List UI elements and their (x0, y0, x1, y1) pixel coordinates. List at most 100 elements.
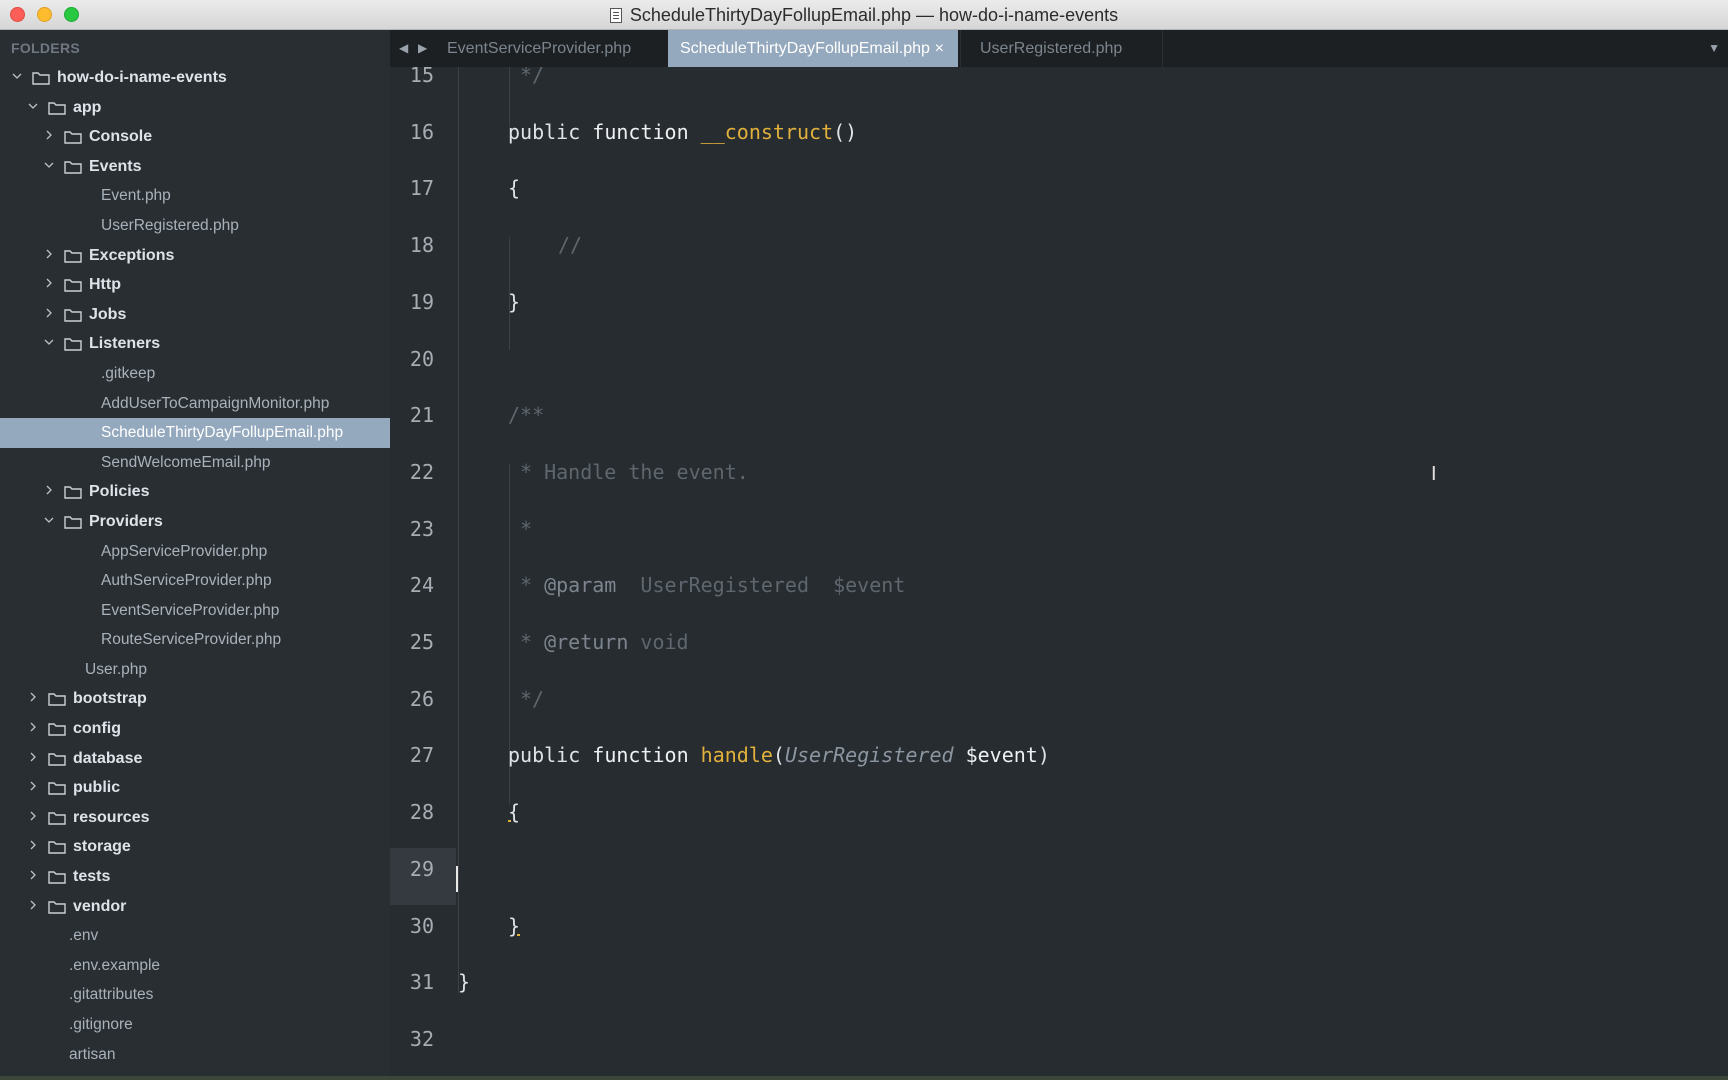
tab-schedule-thirty-day-follup-email[interactable]: ScheduleThirtyDayFollupEmail.php × (668, 30, 958, 67)
chevron-right-icon[interactable] (44, 308, 54, 318)
chevron-right-icon[interactable] (44, 485, 54, 495)
folder-item-bootstrap[interactable]: bootstrap (0, 684, 390, 714)
folder-icon (48, 811, 66, 825)
folder-item-tests[interactable]: tests (0, 862, 390, 892)
tree-item-label: Policies (89, 483, 150, 501)
file-item-env[interactable]: .env (0, 921, 390, 951)
folder-icon (48, 752, 66, 766)
tree-item-label: .gitignore (69, 1016, 133, 1033)
code-line: 26 */ (390, 671, 1728, 728)
file-item-gitkeep[interactable]: .gitkeep (0, 359, 390, 389)
folder-item-how-do-i-name-events[interactable]: how-do-i-name-events (0, 63, 390, 93)
chevron-right-icon[interactable] (28, 722, 38, 732)
tree-item-label: database (73, 749, 143, 767)
doc-comment: * (520, 516, 533, 541)
file-item-eventserviceprovider-php[interactable]: EventServiceProvider.php (0, 596, 390, 626)
folder-item-app[interactable]: app (0, 93, 390, 123)
file-item-env-example[interactable]: .env.example (0, 951, 390, 981)
file-item-artisan[interactable]: artisan (0, 1040, 390, 1070)
folder-item-policies[interactable]: Policies (0, 477, 390, 507)
folder-item-database[interactable]: database (0, 744, 390, 774)
tree-item-label: vendor (73, 897, 127, 915)
folder-item-listeners[interactable]: Listeners (0, 329, 390, 359)
tree-item-label: how-do-i-name-events (57, 69, 227, 86)
code-line: 17 { (390, 160, 1728, 217)
folder-item-public[interactable]: public (0, 773, 390, 803)
tree-item-label: app (73, 98, 102, 116)
chevron-right-icon[interactable] (28, 781, 38, 791)
file-item-event-php[interactable]: Event.php (0, 181, 390, 211)
line-number: 28 (409, 800, 434, 825)
tab-label: ScheduleThirtyDayFollupEmail.php (680, 40, 930, 57)
file-item-gitattributes[interactable]: .gitattributes (0, 980, 390, 1010)
chevron-right-icon[interactable] (28, 692, 38, 702)
code-token: ) (1037, 743, 1050, 768)
tree-item-label: Event.php (101, 187, 171, 205)
chevron-right-icon[interactable] (28, 840, 38, 850)
tree-item-label: artisan (69, 1045, 116, 1063)
line-number: 25 (409, 630, 434, 654)
folder-item-exceptions[interactable]: Exceptions (0, 241, 390, 271)
code-line: 15 */ (390, 67, 1728, 104)
chevron-right-icon[interactable] (44, 278, 54, 288)
chevron-down-icon[interactable] (44, 160, 54, 170)
chevron-down-icon[interactable] (44, 337, 54, 347)
line-number: 21 (409, 403, 434, 428)
file-item-addusertocampaignmonitor-php[interactable]: AddUserToCampaignMonitor.php (0, 389, 390, 419)
folder-item-console[interactable]: Console (0, 122, 390, 152)
folder-icon (64, 337, 82, 352)
code-token: } (508, 289, 521, 314)
chevron-right-icon[interactable] (28, 870, 38, 880)
function-name: handle (700, 743, 773, 768)
doc-tag-return: @return (544, 630, 629, 654)
folder-item-storage[interactable]: storage (0, 832, 390, 862)
chevron-right-icon[interactable] (28, 900, 38, 910)
folder-item-vendor[interactable]: vendor (0, 892, 390, 922)
code-line: 30 } (390, 898, 1728, 955)
tree-item-label: tests (73, 868, 111, 886)
folder-item-http[interactable]: Http (0, 270, 390, 300)
tab-user-registered[interactable]: UserRegistered.php (968, 30, 1158, 67)
file-item-userregistered-php[interactable]: UserRegistered.php (0, 211, 390, 241)
chevron-right-icon[interactable] (44, 130, 54, 140)
tree-item-label: resources (73, 808, 150, 826)
folder-item-events[interactable]: Events (0, 152, 390, 182)
chevron-down-icon[interactable] (44, 515, 54, 525)
tab-event-service-provider[interactable]: EventServiceProvider.php (435, 30, 657, 67)
file-item-gitignore[interactable]: .gitignore (0, 1010, 390, 1040)
chevron-down-icon[interactable] (28, 101, 38, 111)
tab-close-icon[interactable]: × (935, 30, 944, 67)
code-comment: // (558, 233, 583, 258)
keyword-function: function (592, 119, 689, 144)
chevron-right-icon[interactable] (28, 752, 38, 762)
tab-forward-icon[interactable]: ▶ (418, 41, 430, 55)
folder-icon (48, 840, 66, 855)
tab-back-icon[interactable]: ◀ (399, 41, 411, 55)
tree-item-label: AuthServiceProvider.php (101, 572, 272, 590)
tree-item-label: AppServiceProvider.php (101, 542, 268, 560)
chevron-right-icon[interactable] (28, 811, 38, 821)
folder-item-jobs[interactable]: Jobs (0, 300, 390, 330)
line-number: 26 (409, 686, 434, 711)
folder-item-config[interactable]: config (0, 714, 390, 744)
tab-overflow-icon[interactable]: ▼ (1708, 41, 1720, 55)
line-number: 18 (409, 233, 434, 258)
folder-icon (64, 249, 82, 263)
tab-divider (1162, 30, 1163, 67)
file-item-user-php[interactable]: User.php (0, 655, 390, 685)
chevron-down-icon[interactable] (12, 71, 22, 81)
code-token: } (458, 970, 471, 995)
code-editor[interactable]: 15 */ 16 public function __construct() 1… (390, 67, 1728, 1076)
line-number: 19 (409, 289, 434, 314)
chevron-right-icon[interactable] (44, 249, 54, 259)
folder-icon (48, 722, 66, 736)
file-item-sendwelcomeemail-php[interactable]: SendWelcomeEmail.php (0, 448, 390, 478)
folder-item-providers[interactable]: Providers (0, 507, 390, 537)
file-item-schedulethirtydayfollupemail-php[interactable]: ScheduleThirtyDayFollupEmail.php (0, 418, 390, 448)
file-item-routeserviceprovider-php[interactable]: RouteServiceProvider.php (0, 625, 390, 655)
file-item-appserviceprovider-php[interactable]: AppServiceProvider.php (0, 537, 390, 567)
file-item-authserviceprovider-php[interactable]: AuthServiceProvider.php (0, 566, 390, 596)
tree-item-label: config (73, 720, 121, 738)
folder-item-resources[interactable]: resources (0, 803, 390, 833)
line-number: 23 (409, 516, 434, 541)
